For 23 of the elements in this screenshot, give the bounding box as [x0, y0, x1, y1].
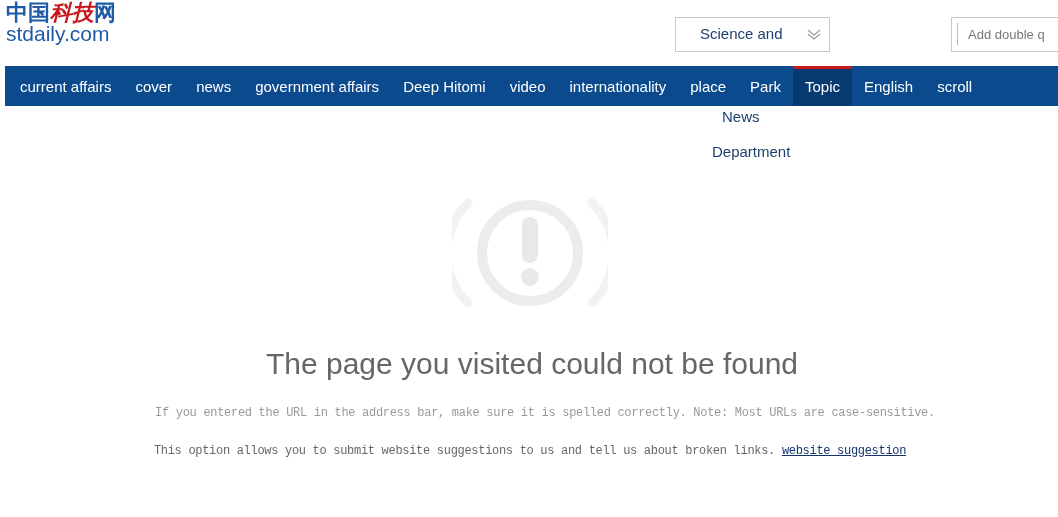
nav-tab[interactable]: current affairs — [8, 66, 124, 106]
nav-tab[interactable]: Deep Hitomi — [391, 66, 498, 106]
error-title: The page you visited could not be found — [265, 346, 798, 382]
logo-chinese: 中国科技网 — [6, 2, 116, 24]
nav-tab[interactable]: video — [497, 66, 558, 106]
nav-tab[interactable]: cover — [123, 66, 185, 106]
nav-tab[interactable]: scroll — [925, 66, 985, 106]
channel-option-text: News — [722, 107, 760, 127]
nav-tab[interactable]: Topic — [792, 66, 852, 106]
nav-tab[interactable]: English — [852, 66, 926, 106]
channel-option-text: Department — [712, 141, 791, 162]
nav-tab[interactable]: place — [678, 66, 739, 106]
search-field[interactable]: Add double q — [951, 17, 1058, 52]
website-suggestion-link[interactable]: website suggestion — [781, 444, 907, 458]
nav-tab[interactable]: news — [184, 66, 244, 106]
error-hint: If you entered the URL in the address bar, make sure it is spelled correctly. Note: Most URLs are case-sensitive. — [155, 405, 935, 422]
nav-tab[interactable]: government affairs — [243, 66, 392, 106]
nav-tab[interactable]: internationality — [557, 66, 679, 106]
logo-domain: stdaily.com — [6, 23, 110, 44]
channel-select[interactable]: Science and — [675, 17, 830, 52]
suggestion-text: This option allows you to submit website suggestions to us and tell us about broken links. website suggestion — [153, 443, 907, 460]
double-chevron-icon — [807, 28, 821, 41]
nav-tab[interactable]: Park — [738, 66, 793, 106]
